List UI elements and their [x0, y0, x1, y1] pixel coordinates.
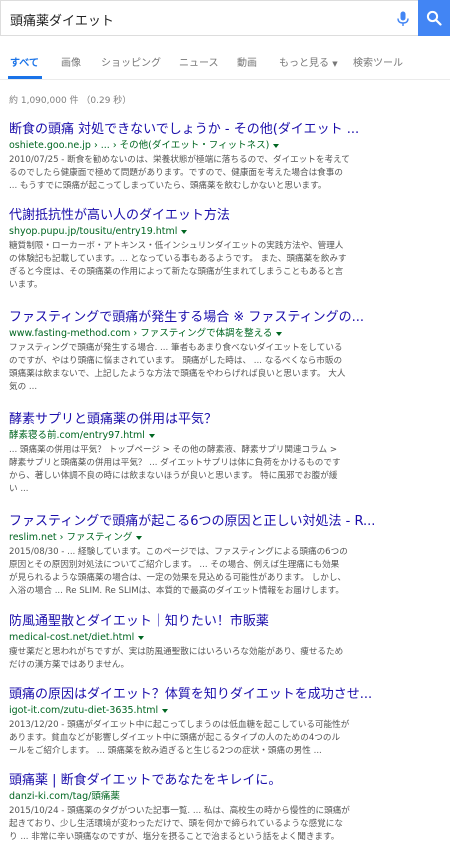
result-url-text: danzi-ki.com/tag/頭痛薬: [9, 791, 120, 802]
snippet-line: 2013/12/20 - 頭痛がダイエット中に起こってしまうのは低血糖を起こして…: [9, 720, 350, 730]
search-tabs: すべて 画像 ショッピング ニュース 動画 もっと見る ▼ 検索ツール: [0, 36, 450, 80]
search-result: 頭痛薬 | 断食ダイエットであなたをキレイに。 danzi-ki.com/tag…: [9, 772, 445, 844]
result-url-text: 酵素寝る前.com/entry97.html: [9, 430, 145, 441]
result-stats: 約 1,090,000 件 （0.29 秒）: [9, 96, 132, 106]
tab-shopping[interactable]: ショッピング: [101, 54, 161, 69]
search-icon: [426, 10, 442, 26]
result-url-text: www.fasting-method.com › ファスティングで体調を整える: [9, 328, 273, 339]
result-url-text: medical-cost.net/diet.html: [9, 632, 135, 643]
snippet-line: り ... 非常に辛い頭痛なのですが、塩分を摂ることで治まるという話をよく聞きま…: [9, 832, 340, 842]
search-result: ファスティングで頭痛が起こる6つの原因と正しい対処法 - R... reslim…: [9, 513, 445, 598]
microphone-icon[interactable]: [394, 10, 412, 28]
result-url[interactable]: oshiete.goo.ne.jp › ... › その他(ダイエット・フィット…: [9, 139, 445, 153]
result-url-text: reslim.net › ファスティング: [9, 532, 133, 543]
snippet-line: 原因とその原因別対処法についてご紹介します。 ... その場合、例えば生理痛にも…: [9, 560, 340, 570]
snippet-line: 頭痛薬は飲まないで、上記したような方法で頭痛をやわらげれば良いと思います。 大人: [9, 369, 346, 379]
tab-news[interactable]: ニュース: [179, 54, 219, 69]
dropdown-arrow-icon[interactable]: [148, 433, 155, 438]
snippet-line: ぎると今度は、その頭痛薬の作用によって新たな頭痛が生まれてしまうこともあると言: [9, 267, 344, 277]
result-url-text: shyop.pupu.jp/tousitu/entry19.html: [9, 226, 178, 237]
result-title-link[interactable]: 頭痛薬 | 断食ダイエットであなたをキレイに。: [9, 772, 445, 789]
tab-more-label: もっと見る: [279, 58, 329, 69]
snippet-line: の体験記も記載しています。... となっている事もあるようです。 また、頭痛薬を…: [9, 254, 347, 264]
result-snippet: 2013/12/20 - 頭痛がダイエット中に起こってしまうのは低血糖を起こして…: [9, 719, 445, 758]
result-url[interactable]: reslim.net › ファスティング: [9, 531, 445, 545]
tab-images[interactable]: 画像: [61, 54, 81, 69]
snippet-line: ールをご紹介します。 ... 頭痛薬を飲み過ぎると生じる2つの症状・頭痛の男性 …: [9, 746, 322, 756]
result-title-link[interactable]: 代謝抵抗性が高い人のダイエット方法: [9, 207, 445, 224]
search-result: 断食の頭痛 対処できないでしょうか - その他(ダイエット ... oshiet…: [9, 121, 445, 193]
search-input[interactable]: 頭痛薬ダイエット: [0, 0, 418, 36]
result-snippet: 糖質制限・ローカーボ・アトキンス・低インシュリンダイエットの実践方法や、管理人 …: [9, 240, 445, 292]
result-url[interactable]: igot-it.com/zutu-diet-3635.html: [9, 704, 445, 718]
result-url-text: oshiete.goo.ne.jp › ... › その他(ダイエット・フィット…: [9, 140, 270, 151]
snippet-line: います。: [9, 280, 43, 290]
active-tab-indicator: [8, 76, 42, 79]
snippet-line: から、著しい体調不良の時には飲まないほうが良いと思います。 特に風邪でお腹が緩: [9, 471, 338, 481]
search-bar: 頭痛薬ダイエット: [0, 0, 450, 36]
snippet-line: ファスティングで頭痛が発生する場合. ... 筆者もあまり食べないダイエットをし…: [9, 343, 343, 353]
snippet-line: 入浴の場合 ... Re SLIM. Re SLIMは、本質的で最高のダイエット…: [9, 586, 344, 596]
snippet-line: るのでしたら健康面で極めて問題があります。ですので、健康面を考えた場合は食事の: [9, 168, 343, 178]
snippet-line: 起きており、少し生活環境が変わっただけで、頭を何かで締られているような感覚にな: [9, 819, 343, 829]
result-url[interactable]: danzi-ki.com/tag/頭痛薬: [9, 790, 445, 804]
dropdown-arrow-icon[interactable]: [276, 331, 283, 336]
snippet-line: が見られるような頭痛薬の場合は、一定の効果を見込める可能性があります。 しかし、: [9, 573, 347, 583]
tab-videos[interactable]: 動画: [237, 54, 257, 69]
caret-down-icon: ▼: [332, 60, 338, 68]
result-url[interactable]: www.fasting-method.com › ファスティングで体調を整える: [9, 327, 445, 341]
result-title-link[interactable]: 酵素サプリと頭痛薬の併用は平気？: [9, 411, 445, 428]
dropdown-arrow-icon[interactable]: [136, 535, 143, 540]
dropdown-arrow-icon[interactable]: [162, 708, 169, 713]
search-result: ファスティングで頭痛が発生する場合 ※ ファスティングの... www.fast…: [9, 309, 445, 394]
search-result: 代謝抵抗性が高い人のダイエット方法 shyop.pupu.jp/tousitu/…: [9, 207, 445, 292]
snippet-line: あります。貧血などが影響しダイエット中に頭痛が起こるタイプの人のための4つのル: [9, 733, 341, 743]
search-result: 酵素サプリと頭痛薬の併用は平気？ 酵素寝る前.com/entry97.html …: [9, 411, 445, 496]
snippet-line: ... 頭痛薬の併用は平気？ トップページ > その他の酵素液、酵素サプリ関連コ…: [9, 445, 338, 455]
snippet-line: だけの漢方薬ではありません。: [9, 660, 130, 670]
result-snippet: ... 頭痛薬の併用は平気？ トップページ > その他の酵素液、酵素サプリ関連コ…: [9, 444, 445, 496]
search-button[interactable]: [418, 0, 450, 36]
result-title-link[interactable]: 頭痛の原因はダイエット？体質を知りダイエットを成功させ...: [9, 686, 445, 703]
result-url[interactable]: medical-cost.net/diet.html: [9, 631, 445, 645]
result-snippet: 痩せ薬だと思われがちですが、実は防風通聖散にはいろいろな効能があり、痩せるため …: [9, 646, 445, 672]
result-url[interactable]: shyop.pupu.jp/tousitu/entry19.html: [9, 225, 445, 239]
snippet-line: 2010/07/25 - 断食を勧めないのは、栄養状態が極端に落ちるので、ダイエ…: [9, 155, 350, 165]
result-url-text: igot-it.com/zutu-diet-3635.html: [9, 705, 159, 716]
result-title-link[interactable]: 防風通聖散とダイエット｜知りたい！市販薬: [9, 613, 445, 630]
tab-search-tools[interactable]: 検索ツール: [353, 54, 403, 69]
search-query[interactable]: 頭痛薬ダイエット: [10, 10, 114, 29]
result-title-link[interactable]: ファスティングで頭痛が起こる6つの原因と正しい対処法 - R...: [9, 513, 445, 530]
tab-more[interactable]: もっと見る ▼: [279, 54, 338, 69]
snippet-line: 糖質制限・ローカーボ・アトキンス・低インシュリンダイエットの実践方法や、管理人: [9, 241, 344, 251]
dropdown-arrow-icon[interactable]: [181, 229, 188, 234]
snippet-line: 痩せ薬だと思われがちですが、実は防風通聖散にはいろいろな効能があり、痩せるため: [9, 647, 344, 657]
dropdown-arrow-icon[interactable]: [273, 143, 280, 148]
snippet-line: 2015/10/24 - 頭痛薬のタグがついた記事一覧. ... 私は、高校生の…: [9, 806, 350, 816]
tab-all[interactable]: すべて: [10, 54, 39, 69]
snippet-line: い ...: [9, 484, 29, 494]
snippet-line: 酵素サプリと頭痛薬の併用は平気？ ... ダイエットサプリは体に負荷をかけるもの…: [9, 458, 341, 468]
result-url[interactable]: 酵素寝る前.com/entry97.html: [9, 429, 445, 443]
snippet-line: ... もうすでに頭痛が起こってしまっていたら、頭痛薬を飲むしかないと思います。: [9, 181, 327, 191]
search-result: 頭痛の原因はダイエット？体質を知りダイエットを成功させ... igot-it.c…: [9, 686, 445, 758]
result-snippet: ファスティングで頭痛が発生する場合. ... 筆者もあまり食べないダイエットをし…: [9, 342, 445, 394]
snippet-line: のですが、やはり頭痛に悩まされています。 頭痛がした時は、 ... なるべくなら…: [9, 356, 343, 366]
result-title-link[interactable]: 断食の頭痛 対処できないでしょうか - その他(ダイエット ...: [9, 121, 445, 138]
result-snippet: 2015/08/30 - ... 経験しています。このページでは、ファスティング…: [9, 546, 445, 598]
snippet-line: 2015/08/30 - ... 経験しています。このページでは、ファスティング…: [9, 547, 348, 557]
dropdown-arrow-icon[interactable]: [138, 635, 145, 640]
result-snippet: 2010/07/25 - 断食を勧めないのは、栄養状態が極端に落ちるので、ダイエ…: [9, 154, 445, 193]
result-title-link[interactable]: ファスティングで頭痛が発生する場合 ※ ファスティングの...: [9, 309, 445, 326]
search-result: 防風通聖散とダイエット｜知りたい！市販薬 medical-cost.net/di…: [9, 613, 445, 672]
snippet-line: 気の ...: [9, 382, 38, 392]
result-snippet: 2015/10/24 - 頭痛薬のタグがついた記事一覧. ... 私は、高校生の…: [9, 805, 445, 844]
